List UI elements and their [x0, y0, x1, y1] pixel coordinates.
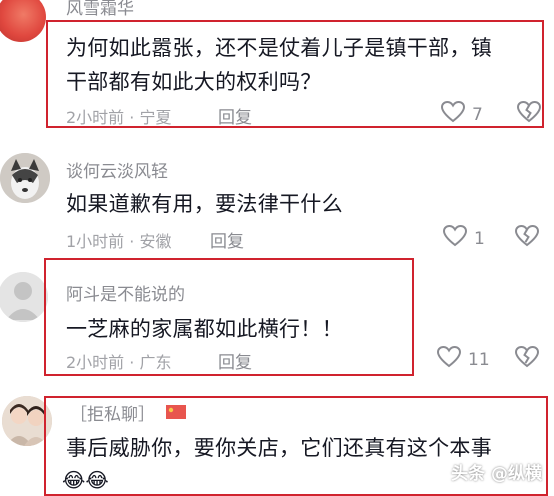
broken-heart-icon[interactable] — [514, 345, 540, 373]
broken-heart-icon[interactable] — [514, 224, 540, 252]
like-button[interactable]: 1 — [442, 224, 485, 253]
reply-button[interactable]: 回复 — [210, 227, 244, 252]
comment-username[interactable]: 风雪霜华 — [66, 0, 134, 19]
watermark: 头条 @纵横 — [451, 464, 542, 484]
avatar[interactable] — [0, 153, 50, 203]
like-count: 1 — [474, 228, 485, 249]
like-button[interactable]: 11 — [436, 345, 490, 374]
heart-outline-icon — [442, 224, 468, 253]
comment-time-location: 1小时前 · 安徽 — [66, 232, 172, 251]
comment-text-line: 干部都有如此大的权利吗？ — [66, 70, 322, 94]
like-count: 11 — [468, 349, 490, 370]
flag-icon — [166, 404, 186, 423]
like-count: 7 — [472, 104, 483, 125]
heart-outline-icon — [440, 100, 466, 129]
comment-time-location: 2小时前 · 宁夏 — [66, 108, 172, 127]
laughing-emoji: 😂😂 — [62, 468, 109, 492]
comment-text-line: 为何如此嚣张，还不是仗着儿子是镇干部，镇 — [66, 36, 492, 60]
comment-username[interactable]: 谈何云淡风轻 — [66, 157, 168, 182]
comment-text-line: 一芝麻的家属都如此横行！！ — [66, 317, 343, 341]
reply-button[interactable]: 回复 — [218, 348, 252, 373]
avatar[interactable] — [0, 0, 46, 42]
comment-time-location: 2小时前 · 广东 — [66, 353, 172, 372]
like-button[interactable]: 7 — [440, 100, 483, 129]
broken-heart-icon[interactable] — [516, 100, 542, 128]
comment-username[interactable]: 阿斗是不能说的 — [66, 280, 185, 305]
comment-text-line: 事后威胁你，要你关店，它们还真有这个本事 — [66, 436, 492, 460]
comment-username[interactable]: ［拒私聊］ — [70, 400, 155, 425]
reply-button[interactable]: 回复 — [218, 103, 252, 128]
avatar[interactable] — [0, 272, 48, 322]
comment-text-line: 如果道歉有用，要法律干什么 — [66, 192, 343, 216]
heart-outline-icon — [436, 345, 462, 374]
